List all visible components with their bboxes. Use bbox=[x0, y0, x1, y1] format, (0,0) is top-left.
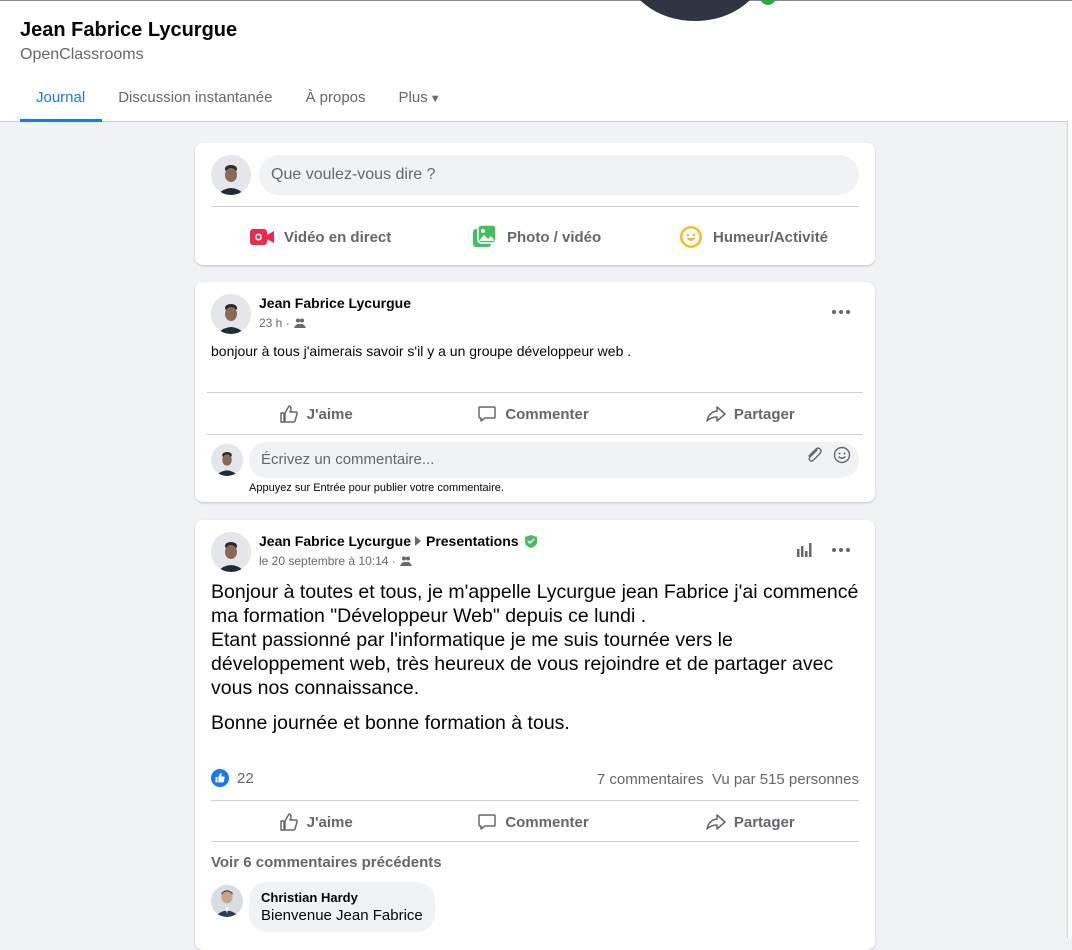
post-actions: J'aime Commenter Partager bbox=[207, 802, 859, 842]
like-button[interactable]: J'aime bbox=[207, 802, 424, 842]
live-video-label: Vidéo en direct bbox=[284, 228, 392, 246]
comment-button[interactable]: Commenter bbox=[424, 394, 641, 434]
comment-hint: Appuyez sur Entrée pour publier votre co… bbox=[249, 482, 504, 494]
attach-icon[interactable] bbox=[805, 442, 823, 478]
comment-button[interactable]: Commenter bbox=[424, 802, 641, 842]
post-time[interactable]: le 20 septembre à 10:14 · bbox=[259, 554, 396, 568]
group-badge-icon bbox=[524, 534, 537, 548]
avatar-image bbox=[211, 444, 243, 476]
reactions-summary[interactable]: 22 bbox=[211, 769, 254, 787]
group-privacy-icon bbox=[399, 555, 412, 567]
like-label: J'aime bbox=[306, 405, 353, 423]
tab-journal[interactable]: Journal bbox=[20, 79, 103, 122]
share-label: Partager bbox=[733, 405, 795, 423]
post-card: Jean Fabrice Lycurgue Presentations le 2… bbox=[195, 520, 875, 950]
post-card: Jean Fabrice Lycurgue 23 h · bonjour à t… bbox=[195, 282, 875, 502]
post-divider bbox=[207, 392, 863, 393]
views-count[interactable]: Vu par 515 personnes bbox=[712, 771, 859, 788]
view-previous-comments[interactable]: Voir 6 commentaires précédents bbox=[211, 854, 442, 871]
feeling-icon bbox=[679, 225, 703, 249]
post-meta: 23 h · bbox=[259, 316, 306, 330]
like-icon bbox=[279, 404, 299, 424]
tab-about[interactable]: À propos bbox=[289, 79, 382, 121]
share-icon bbox=[706, 812, 726, 832]
comments-count[interactable]: 7 commentaires bbox=[597, 771, 704, 788]
feeling-activity-label: Humeur/Activité bbox=[713, 228, 829, 246]
insights-icon[interactable] bbox=[787, 532, 823, 568]
tab-discussion[interactable]: Discussion instantanée bbox=[102, 79, 289, 121]
share-label: Partager bbox=[733, 813, 795, 831]
comment-label: Commenter bbox=[505, 813, 589, 831]
comment-input-tools bbox=[805, 442, 851, 478]
reactions-count: 22 bbox=[237, 769, 254, 787]
avatar-image bbox=[211, 155, 251, 195]
status-input[interactable]: Que voulez-vous dire ? bbox=[259, 155, 859, 195]
photo-video-button[interactable]: Photo / vidéo bbox=[473, 223, 601, 251]
like-button[interactable]: J'aime bbox=[207, 394, 424, 434]
avatar[interactable] bbox=[211, 444, 243, 476]
avatar[interactable] bbox=[211, 294, 251, 334]
avatar-image bbox=[211, 294, 251, 334]
like-icon bbox=[279, 812, 299, 832]
tab-more[interactable]: Plus ▼ bbox=[383, 79, 458, 121]
post-author[interactable]: Jean Fabrice Lycurgue bbox=[259, 295, 411, 311]
comment-bubble: Christian Hardy Bienvenue Jean Fabrice bbox=[249, 882, 435, 932]
avatar-image bbox=[211, 532, 251, 572]
comment-input-placeholder: Écrivez un commentaire... bbox=[261, 451, 435, 468]
right-panel-edge bbox=[1067, 121, 1072, 938]
post-divider bbox=[211, 841, 859, 842]
share-icon bbox=[706, 404, 726, 424]
profile-header: Jean Fabrice Lycurgue OpenClassrooms Jou… bbox=[0, 0, 1072, 122]
comment-author[interactable]: Christian Hardy bbox=[261, 890, 423, 905]
composer-divider bbox=[211, 206, 859, 207]
more-options-icon[interactable] bbox=[823, 532, 859, 568]
post-text: Bonjour à toutes et tous, je m'appelle L… bbox=[211, 581, 859, 699]
commenter-avatar-image bbox=[211, 885, 243, 917]
comment-text: Bienvenue Jean Fabrice bbox=[261, 907, 423, 924]
profile-picture[interactable] bbox=[625, 0, 765, 21]
feeling-activity-button[interactable]: Humeur/Activité bbox=[679, 223, 828, 251]
comment-icon bbox=[477, 404, 497, 424]
photo-video-label: Photo / vidéo bbox=[507, 228, 602, 246]
post-actions: J'aime Commenter Partager bbox=[207, 394, 859, 434]
commenter-avatar[interactable] bbox=[211, 885, 243, 917]
post-composer: Que voulez-vous dire ? Vidéo en direct P… bbox=[195, 143, 875, 265]
online-status-dot bbox=[760, 0, 776, 5]
live-video-icon bbox=[250, 227, 274, 247]
live-video-button[interactable]: Vidéo en direct bbox=[250, 223, 391, 251]
post-author[interactable]: Jean Fabrice Lycurgue bbox=[259, 533, 411, 549]
share-button[interactable]: Partager bbox=[642, 394, 859, 434]
profile-subtitle: OpenClassrooms bbox=[20, 46, 144, 63]
post-text: bonjour à tous j'aimerais savoir s'il y … bbox=[211, 343, 632, 359]
like-reaction-icon bbox=[211, 769, 229, 787]
emoji-icon[interactable] bbox=[833, 442, 851, 478]
more-options-icon[interactable] bbox=[823, 294, 859, 330]
share-button[interactable]: Partager bbox=[642, 802, 859, 842]
post-meta: le 20 septembre à 10:14 · bbox=[259, 554, 412, 568]
post-group-link[interactable]: Presentations bbox=[426, 533, 519, 549]
photo-icon bbox=[473, 225, 497, 249]
post-divider bbox=[207, 434, 863, 435]
profile-tabs: Journal Discussion instantanée À propos … bbox=[20, 79, 458, 122]
post-text-closing: Bonne journée et bonne formation à tous. bbox=[211, 712, 570, 734]
tab-more-label: Plus bbox=[398, 89, 428, 106]
avatar[interactable] bbox=[211, 155, 251, 195]
post-stats: 7 commentaires Vu par 515 personnes bbox=[597, 771, 859, 788]
comment-label: Commenter bbox=[505, 405, 589, 423]
post-time[interactable]: 23 h · bbox=[259, 316, 290, 330]
caret-down-icon: ▼ bbox=[429, 93, 441, 105]
post-header-line: Jean Fabrice Lycurgue Presentations bbox=[259, 533, 537, 549]
post-divider bbox=[211, 800, 859, 801]
group-privacy-icon bbox=[293, 317, 306, 329]
comment-icon bbox=[477, 812, 497, 832]
comment-input[interactable]: Écrivez un commentaire... bbox=[249, 442, 859, 478]
avatar[interactable] bbox=[211, 532, 251, 572]
like-label: J'aime bbox=[306, 813, 353, 831]
profile-name[interactable]: Jean Fabrice Lycurgue bbox=[20, 19, 237, 42]
arrow-right-icon bbox=[414, 536, 421, 546]
